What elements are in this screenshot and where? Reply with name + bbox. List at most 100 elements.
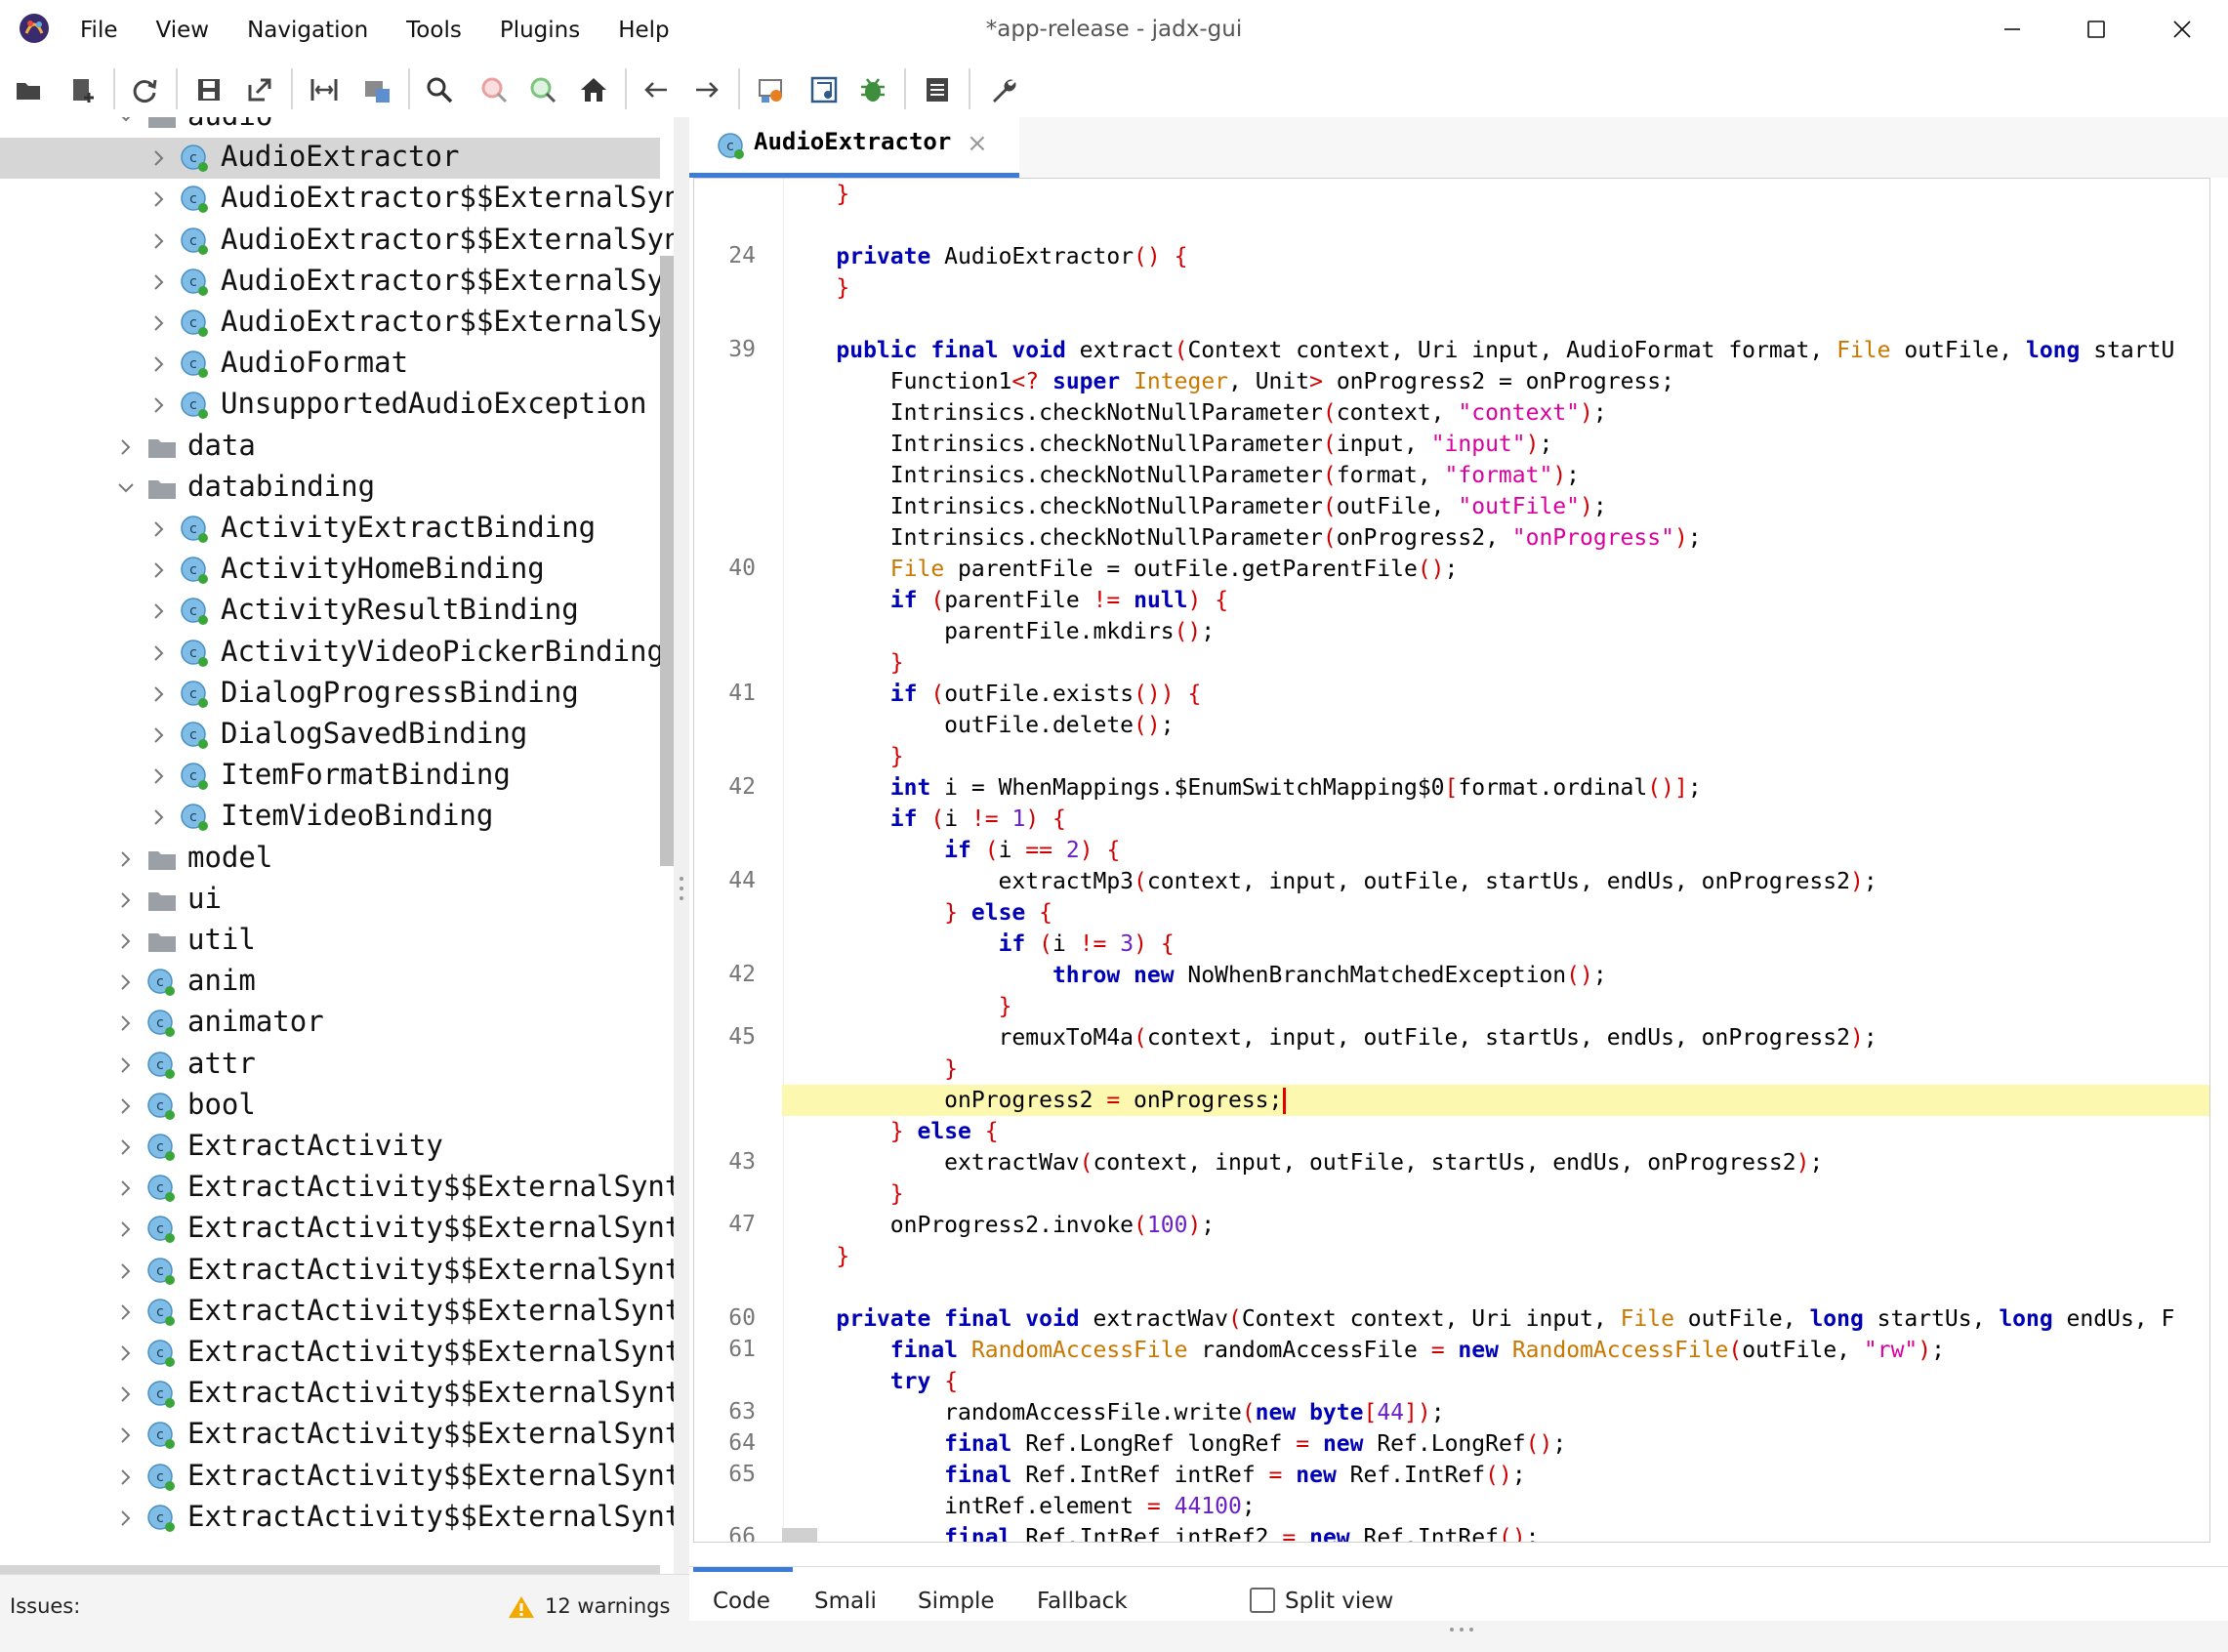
chevron-right-icon[interactable] [113,1135,139,1160]
chevron-right-icon[interactable] [146,640,172,666]
chevron-right-icon[interactable] [146,764,172,789]
chevron-right-icon[interactable] [146,723,172,748]
code-line[interactable]: public final void extract(Context contex… [782,335,2174,366]
code-line[interactable]: if (i != 3) { [782,929,1175,960]
code-line[interactable]: parentFile.mkdirs(); [782,616,1215,647]
code-line[interactable]: Intrinsics.checkNotNullParameter(input, … [782,429,1553,460]
code-line[interactable]: private AudioExtractor() { [782,241,1187,272]
tree-class-node[interactable]: c animator [0,1003,660,1044]
tree-class-node[interactable]: c ExtractActivity [0,1127,660,1168]
code-line[interactable]: } [782,179,849,210]
code-line[interactable]: Intrinsics.checkNotNullParameter(outFile… [782,491,1607,522]
tree-class-node[interactable]: c AudioExtractor$$ExternalSyn [0,221,674,262]
tree-class-node[interactable]: c UnsupportedAudioException [0,385,660,426]
code-line[interactable]: if (i != 1) { [782,804,1066,835]
code-line[interactable]: randomAccessFile.write(new byte[44]); [782,1397,1444,1428]
reload-button[interactable] [125,70,164,109]
tree-class-node[interactable]: c AudioFormat [0,344,660,385]
tree-package-node[interactable]: model [0,839,660,880]
tree-package-node[interactable]: data [0,427,660,468]
tree-class-node[interactable]: c AudioExtractor$$ExternalSyn [0,179,674,220]
chevron-down-icon[interactable] [113,475,139,501]
tree-class-node[interactable]: c ExtractActivity$$ExternalSynt [0,1168,674,1209]
debug-button[interactable] [853,70,892,109]
code-line[interactable]: onProgress2.invoke(100); [782,1210,1215,1241]
tree-class-node[interactable]: c ItemFormatBinding [0,756,660,797]
code-line[interactable]: } [782,1241,849,1272]
split-view-checkbox[interactable] [1250,1588,1275,1613]
forward-button[interactable] [687,70,726,109]
code-line[interactable]: intRef.element = 44100; [782,1491,1256,1522]
open-file-button[interactable] [10,70,49,109]
code-line[interactable]: } [782,991,1012,1022]
chevron-right-icon[interactable] [146,805,172,830]
export-button[interactable] [240,70,279,109]
code-line[interactable]: } [782,272,849,304]
code-line[interactable]: throw new NoWhenBranchMatchedException()… [782,960,1607,991]
tree-class-node[interactable]: c AudioExtractor [0,138,660,180]
chevron-right-icon[interactable] [113,1341,139,1366]
chevron-right-icon[interactable] [113,970,139,995]
tab-close-icon[interactable]: × [967,129,988,158]
code-vertical-scrollbar[interactable] [2209,472,2210,740]
chevron-right-icon[interactable] [113,1176,139,1201]
tree-class-node[interactable]: c AudioExtractor$$ExternalSyn [0,303,674,344]
chevron-right-icon[interactable] [146,681,172,707]
deobfuscation-button[interactable] [752,70,791,109]
add-files-button[interactable] [64,70,103,109]
code-line[interactable]: final RandomAccessFile randomAccessFile … [782,1335,1945,1366]
tree-class-node[interactable]: c DialogSavedBinding [0,715,660,756]
code-line[interactable]: Intrinsics.checkNotNullParameter(format,… [782,460,1580,491]
tab-smali[interactable]: Smali [814,1589,877,1614]
minimize-button[interactable] [1978,8,2046,51]
code-line[interactable]: Intrinsics.checkNotNullParameter(onProgr… [782,522,1702,554]
tree-class-node[interactable]: c ActivityResultBinding [0,591,660,632]
tree-class-node[interactable]: c anim [0,962,660,1003]
tree-class-node[interactable]: c ExtractActivity$$ExternalSynt [0,1209,674,1250]
chevron-right-icon[interactable] [146,186,172,212]
tree-vertical-scrollbar[interactable] [660,256,674,866]
sync-tree-button[interactable] [305,70,344,109]
find-class-button[interactable] [474,70,514,109]
tree-class-node[interactable]: c ExtractActivity$$ExternalSynt [0,1333,674,1374]
tree-class-node[interactable]: c ItemVideoBinding [0,797,660,838]
chevron-right-icon[interactable] [146,599,172,624]
find-usage-button[interactable] [523,70,562,109]
tab-code[interactable]: Code [713,1589,770,1614]
chevron-right-icon[interactable] [146,269,172,295]
chevron-right-icon[interactable] [113,1382,139,1407]
code-line[interactable]: Function1<? super Integer, Unit> onProgr… [782,366,1674,397]
tree-package-node[interactable]: audio [0,117,660,138]
tab-audio-extractor[interactable]: c AudioExtractor × [689,117,1019,178]
tree-package-node[interactable]: ui [0,880,660,921]
chevron-right-icon[interactable] [113,1423,139,1448]
chevron-right-icon[interactable] [113,1300,139,1325]
chevron-right-icon[interactable] [113,1053,139,1078]
code-line[interactable]: int i = WhenMappings.$EnumSwitchMapping$… [782,772,1702,804]
maximize-button[interactable] [2062,8,2130,51]
code-line[interactable]: remuxToM4a(context, input, outFile, star… [782,1022,1877,1053]
code-line[interactable]: try { [782,1366,958,1397]
tree-class-node[interactable]: c ExtractActivity$$ExternalSynt [0,1457,674,1498]
tree-class-node[interactable]: c AudioExtractor$$ExternalSyn [0,262,674,303]
code-line[interactable]: if (parentFile != null) { [782,585,1228,616]
chevron-right-icon[interactable] [113,847,139,872]
chevron-down-icon[interactable] [113,117,139,130]
tree-class-node[interactable]: c ActivityHomeBinding [0,550,660,591]
code-line-current[interactable]: onProgress2 = onProgress; [782,1085,2209,1116]
code-line[interactable]: } else { [782,897,1052,929]
flatten-packages-button[interactable] [357,70,396,109]
chevron-right-icon[interactable] [113,1217,139,1242]
tree-class-node[interactable]: c ActivityVideoPickerBinding [0,633,664,674]
code-line[interactable]: } [782,741,904,772]
search-button[interactable] [420,70,459,109]
code-line[interactable]: File parentFile = outFile.getParentFile(… [782,554,1459,585]
chevron-right-icon[interactable] [146,351,172,377]
project-tree[interactable]: audio c AudioExtractor c AudioExtractor$$Ext… [0,117,674,1574]
code-line[interactable]: if (i == 2) { [782,835,1120,866]
chevron-right-icon[interactable] [146,145,172,171]
tree-package-node[interactable]: databinding [0,468,660,509]
tree-horizontal-scrollbar[interactable] [0,1565,660,1574]
preferences-button[interactable] [984,70,1023,109]
tab-simple[interactable]: Simple [918,1589,995,1614]
